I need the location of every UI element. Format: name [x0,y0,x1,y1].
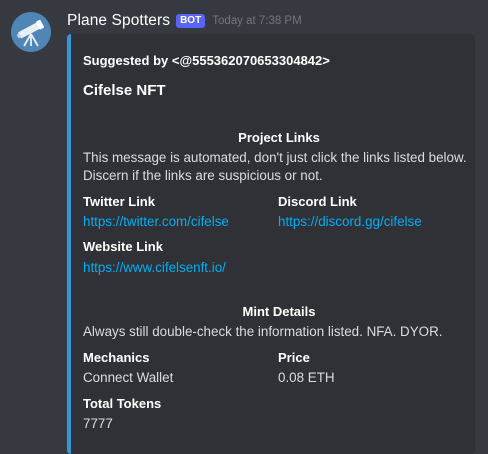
telescope-icon [11,12,51,52]
embed-accent-bar [67,34,71,454]
twitter-link[interactable]: https://twitter.com/cifelse [83,214,229,229]
embed-author: Suggested by <@555362070653304842> [83,53,330,68]
project-links-title: Project Links [238,130,320,145]
project-links-description: This message is automated, don't just cl… [83,150,467,183]
embed-title: Cifelse NFT [83,82,166,99]
website-link-label: Website Link [83,239,163,254]
username[interactable]: Plane Spotters [67,12,170,30]
total-tokens-label: Total Tokens [83,396,162,411]
mint-details-description: Always still double-check the informatio… [83,324,443,339]
chat-message: Plane Spotters BOT Today at 7:38 PM Sugg… [0,0,488,454]
timestamp[interactable]: Today at 7:38 PM [212,15,302,27]
embed-body: Suggested by <@555362070653304842> Cifel… [83,34,467,454]
twitter-link-value: https://twitter.com/cifelse [83,214,229,229]
mechanics-label: Mechanics [83,350,150,365]
discord-link[interactable]: https://discord.gg/cifelse [278,214,422,229]
bot-avatar[interactable] [11,12,51,52]
price-label: Price [278,350,310,365]
mint-details-title: Mint Details [242,304,316,319]
mechanics-value: Connect Wallet [83,370,174,385]
twitter-link-label: Twitter Link [83,194,155,209]
discord-link-label: Discord Link [278,194,357,209]
embed: Suggested by <@555362070653304842> Cifel… [67,34,475,454]
message-header: Plane Spotters BOT Today at 7:38 PM [67,11,302,31]
website-link[interactable]: https://www.cifelsenft.io/ [83,260,226,275]
bot-tag: BOT [176,14,206,28]
total-tokens-value: 7777 [83,416,113,431]
website-link-value: https://www.cifelsenft.io/ [83,260,226,275]
discord-link-value: https://discord.gg/cifelse [278,214,422,229]
price-value: 0.08 ETH [278,370,335,385]
